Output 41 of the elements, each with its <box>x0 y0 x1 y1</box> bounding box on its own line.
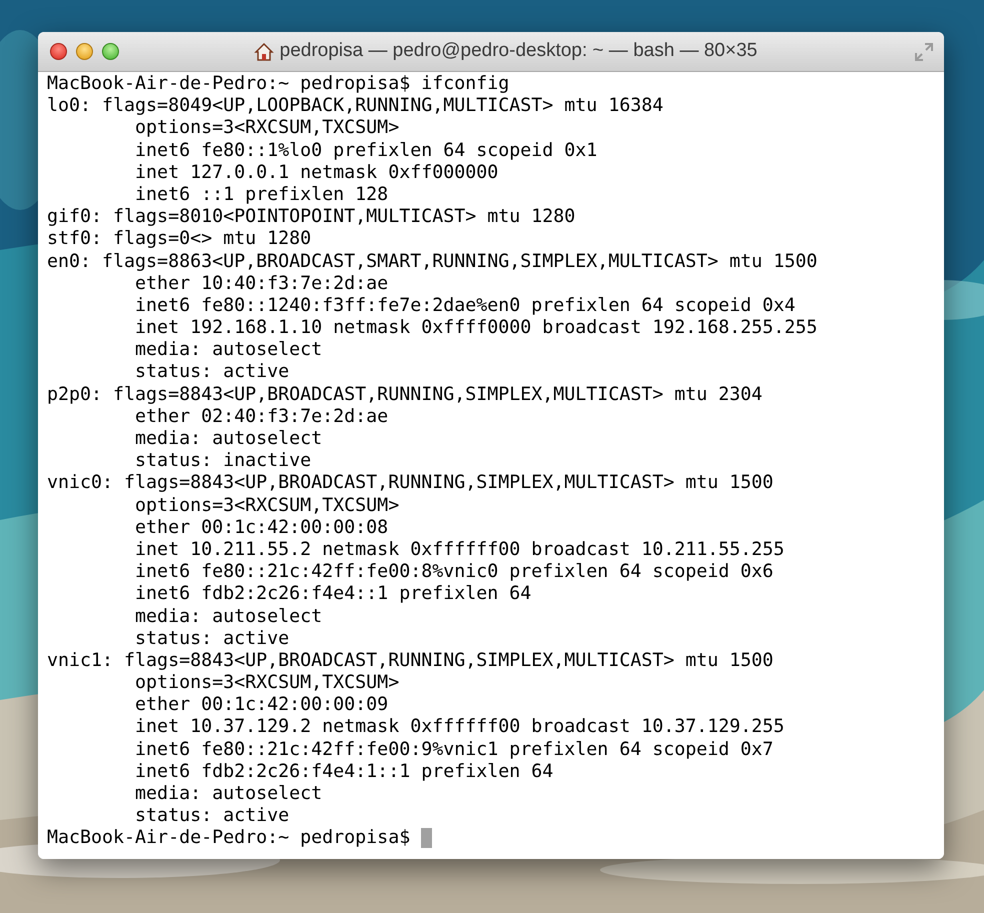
terminal-line: vnic0: flags=8843<UP,BROADCAST,RUNNING,SIMPLEX,MULTICAST> mtu 1500 <box>47 472 774 495</box>
terminal-line: options=3<RXCSUM,TXCSUM> <box>134 672 400 694</box>
terminal-line: inet6 fdb2:2c26:f4e4::1 prefixlen 64 <box>134 583 532 606</box>
close-button[interactable] <box>50 43 67 60</box>
terminal-line: vnic1: flags=8843<UP,BROADCAST,RUNNING,SIMPLEX,MULTICAST> mtu 1500 <box>47 650 774 672</box>
terminal-line: media: autoselect <box>134 339 322 362</box>
terminal-line: en0: flags=8863<UP,BROADCAST,SMART,RUNNING,SIMPLEX,MULTICAST> mtu 1500 <box>47 250 818 273</box>
terminal-line: media: autoselect <box>134 606 322 628</box>
terminal-line: inet 192.168.1.10 netmask 0xffff0000 broadcast 192.168.255.255 <box>134 317 818 340</box>
terminal-line: inet6 ::1 prefixlen 128 <box>134 184 388 206</box>
terminal-line: inet 127.0.0.1 netmask 0xff000000 <box>134 162 498 184</box>
terminal-line: status: inactive <box>134 450 312 472</box>
terminal-line: gif0: flags=8010<POINTOPOINT,MULTICAST> mtu 1280 <box>47 206 576 228</box>
fullscreen-icon[interactable] <box>914 42 934 62</box>
home-icon <box>254 42 274 62</box>
terminal-line: stf0: flags=0<> mtu 1280 <box>47 228 312 251</box>
terminal-line: inet6 fdb2:2c26:f4e4:1::1 prefixlen 64 <box>134 760 554 784</box>
terminal-line: inet6 fe80::21c:42ff:fe00:9%vnic1 prefixlen 64 scopeid 0x7 <box>134 738 774 761</box>
terminal-line: media: autoselect <box>134 783 322 806</box>
terminal-line: p2p0: flags=8843<UP,BROADCAST,RUNNING,SIMPLEX,MULTICAST> mtu 2304 <box>47 384 762 406</box>
minimize-button[interactable] <box>76 43 93 60</box>
terminal-line: ether 10:40:f3:7e:2d:ae <box>134 272 388 295</box>
terminal-line: ether 00:1c:42:00:00:09 <box>134 694 388 716</box>
terminal-line: ether 02:40:f3:7e:2d:ae <box>134 406 388 428</box>
terminal-line: lo0: flags=8049<UP,LOOPBACK,RUNNING,MULTICAST> mtu 16384 <box>47 95 664 118</box>
terminal-line: status: active <box>134 805 290 828</box>
terminal-line: inet6 fe80::1240:f3ff:fe7e:2dae%en0 prefixlen 64 scopeid 0x4 <box>134 294 796 318</box>
terminal-line: options=3<RXCSUM,TXCSUM> <box>134 117 400 140</box>
terminal-line: inet 10.37.129.2 netmask 0xffffff00 broadcast 10.37.129.255 <box>134 716 784 739</box>
terminal-line: status: active <box>134 361 290 384</box>
terminal-line: inet 10.211.55.2 netmask 0xffffff00 broadcast 10.211.55.255 <box>134 538 784 562</box>
terminal-line: MacBook-Air-de-Pedro:~ pedropisa$ ifconfig <box>47 73 510 96</box>
terminal-line: inet6 fe80::21c:42ff:fe00:8%vnic0 prefixlen 64 scopeid 0x6 <box>134 561 774 584</box>
zoom-button[interactable] <box>102 43 119 60</box>
terminal-line: media: autoselect <box>134 428 322 450</box>
terminal-line: status: active <box>134 628 290 650</box>
terminal-line: MacBook-Air-de-Pedro:~ pedropisa$ <box>47 827 412 850</box>
window-title: pedropisa — pedro@pedro-desktop: ~ — bash — 80×35 <box>280 39 758 64</box>
terminal-line: ether 00:1c:42:00:00:08 <box>134 516 388 539</box>
terminal-line: inet6 fe80::1%lo0 prefixlen 64 scopeid 0x1 <box>134 140 598 162</box>
terminal-line: options=3<RXCSUM,TXCSUM> <box>134 494 400 517</box>
